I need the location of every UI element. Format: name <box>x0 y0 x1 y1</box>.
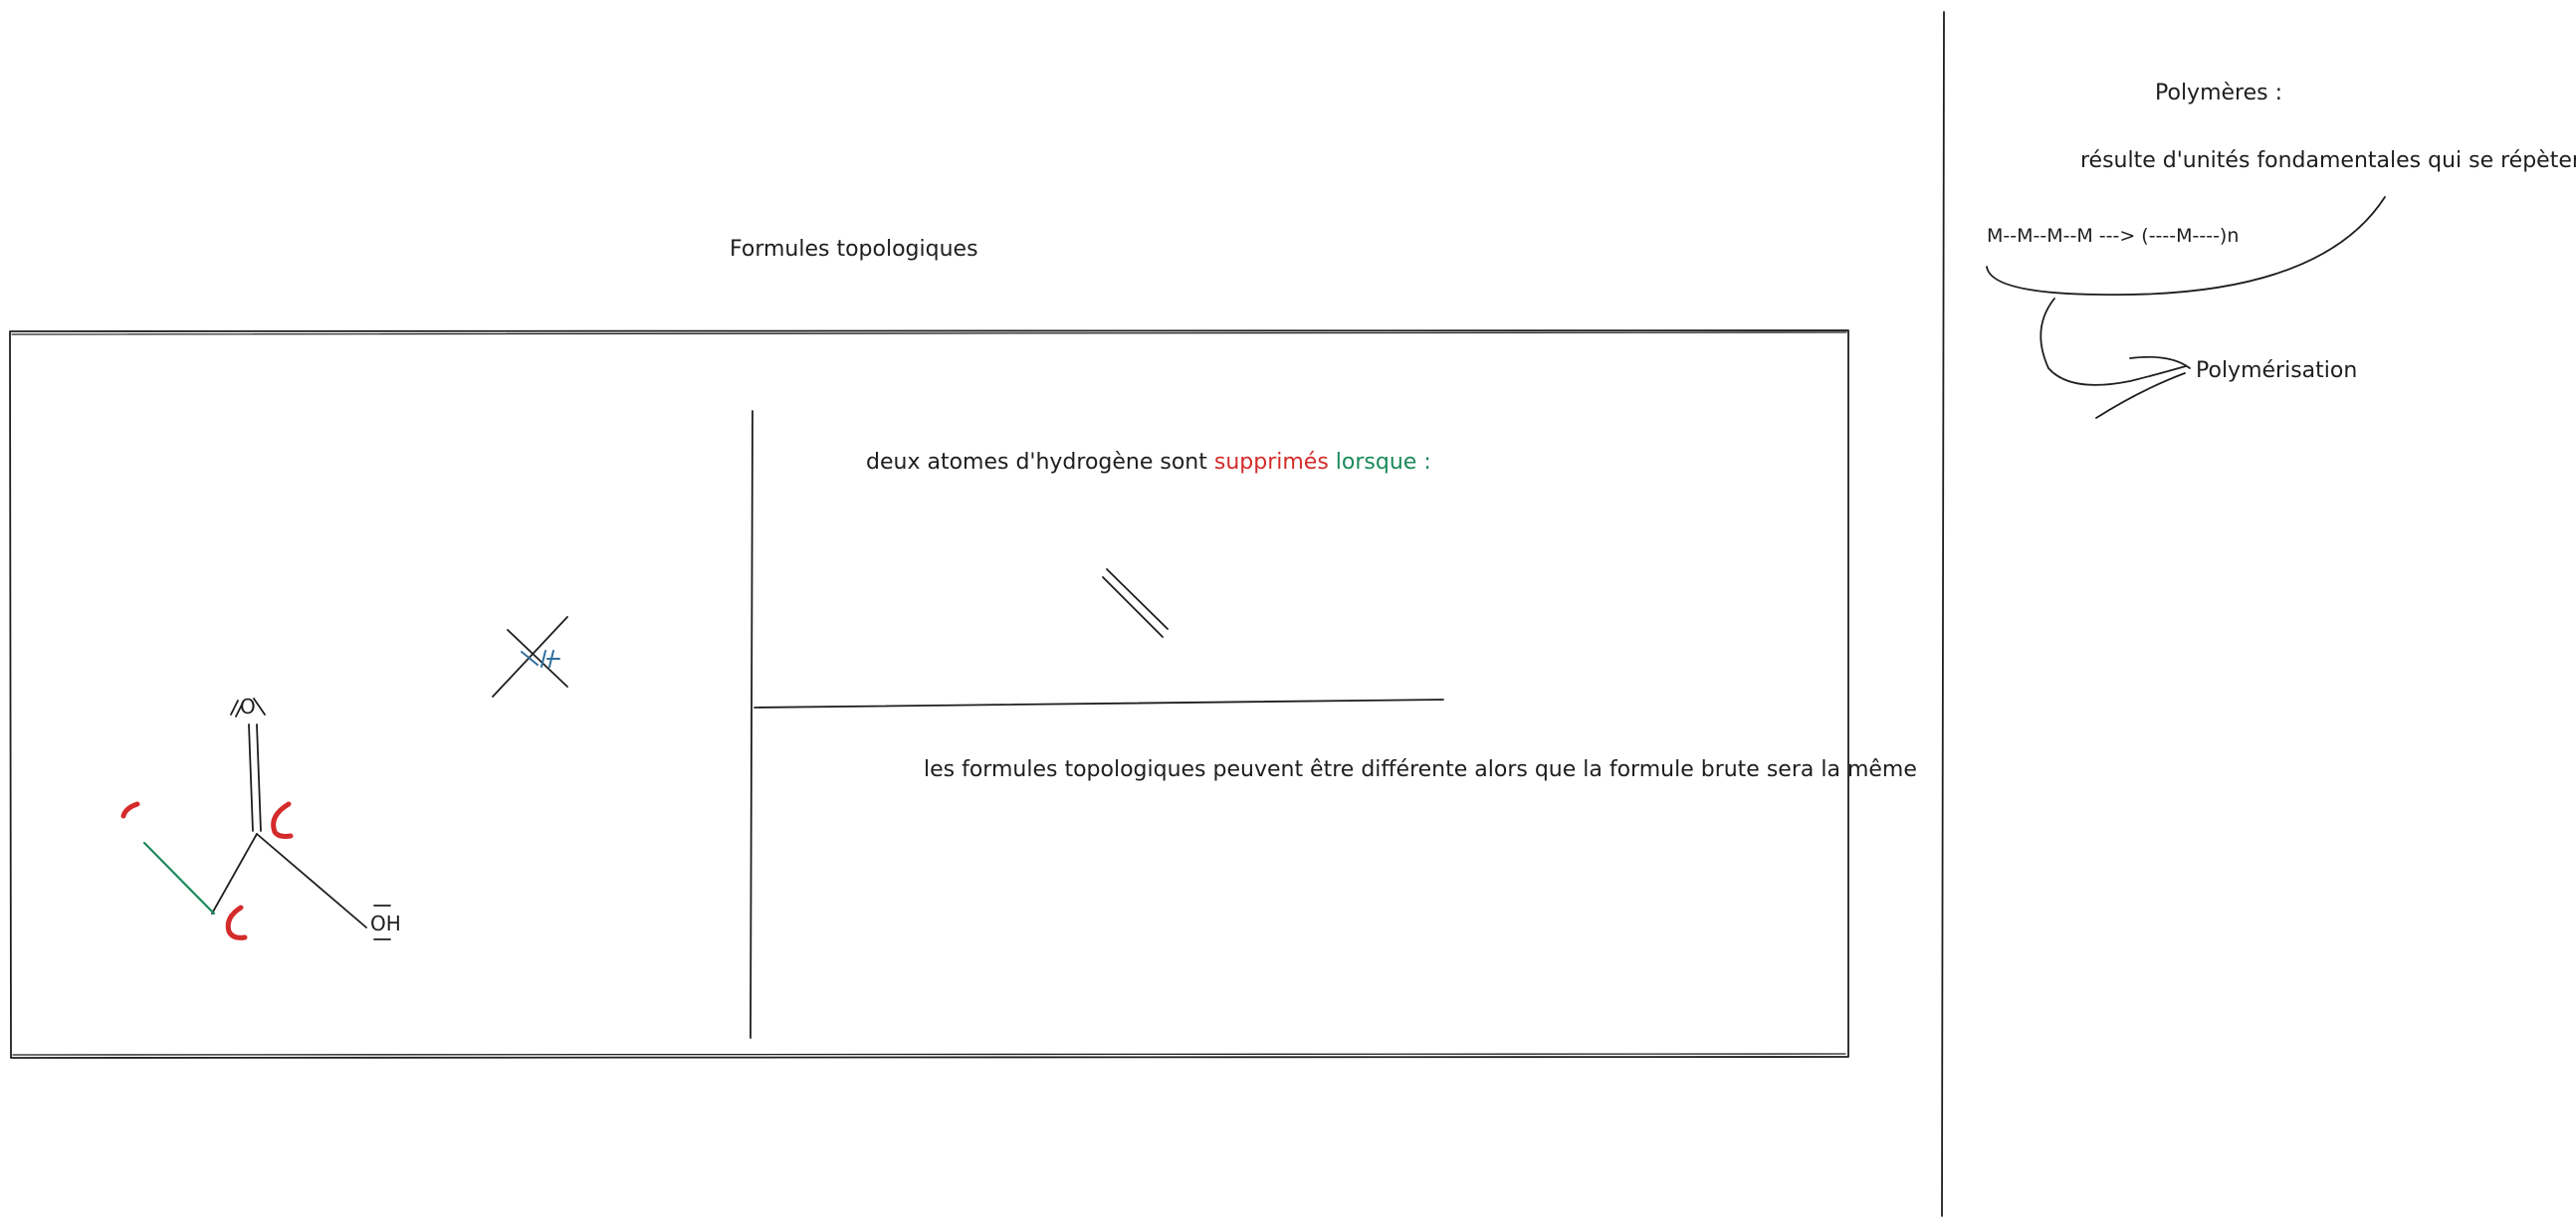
c-c-bond[interactable] <box>211 833 258 915</box>
main-frame-rectangle-sketch <box>11 331 1847 1056</box>
left-board-title[interactable]: Formules topologiques <box>730 239 978 261</box>
hydrogen-note[interactable]: deux atomes d'hydrogène sont supprimés l… <box>866 452 1431 474</box>
hydrogen-note-space <box>1329 450 1336 475</box>
co-double-bond[interactable] <box>248 723 262 832</box>
red-carbon-mark-2[interactable] <box>271 801 294 839</box>
polymer-definition[interactable]: résulte d'unités fondamentales qui se ré… <box>2080 150 2576 172</box>
polymerisation-arrow[interactable] <box>2039 298 2187 386</box>
c-oh-bond[interactable] <box>256 833 367 928</box>
oxygen-atom-label[interactable]: O <box>240 697 256 716</box>
monomer-chain-formula[interactable]: M--M--M--M ---> (----M----)n <box>1987 227 2239 246</box>
inner-horizontal-divider[interactable] <box>753 699 1444 709</box>
hydrogen-note-removed-word: supprimés <box>1213 450 1329 475</box>
green-chain-bond[interactable] <box>142 841 216 916</box>
red-carbon-mark-3[interactable] <box>225 905 248 940</box>
double-bond-sketch[interactable] <box>1102 568 1169 638</box>
polymerisation-label[interactable]: Polymérisation <box>2196 360 2357 382</box>
red-carbon-mark-1[interactable] <box>120 801 140 819</box>
whiteboard-canvas[interactable]: Formules topologiques deux atomes d'hydr… <box>0 0 2576 1225</box>
drawing-layer <box>9 11 2386 1217</box>
right-board-title[interactable]: Polymères : <box>2155 83 2282 104</box>
hydrogen-note-suffix: : <box>1416 450 1431 475</box>
polymerisation-arrowhead[interactable] <box>2095 355 2191 419</box>
topological-formulas-note[interactable]: les formules topologiques peuvent être d… <box>924 759 1917 781</box>
hydroxyl-group-label[interactable]: OH <box>370 914 401 933</box>
hydrogen-note-when-word: lorsque <box>1335 450 1417 475</box>
inner-vertical-divider[interactable] <box>750 410 753 1039</box>
main-frame-rectangle[interactable] <box>9 329 1849 1059</box>
hydrogen-note-prefix: deux atomes d'hydrogène sont <box>866 450 1214 475</box>
page-divider-line[interactable] <box>1941 11 1945 1217</box>
